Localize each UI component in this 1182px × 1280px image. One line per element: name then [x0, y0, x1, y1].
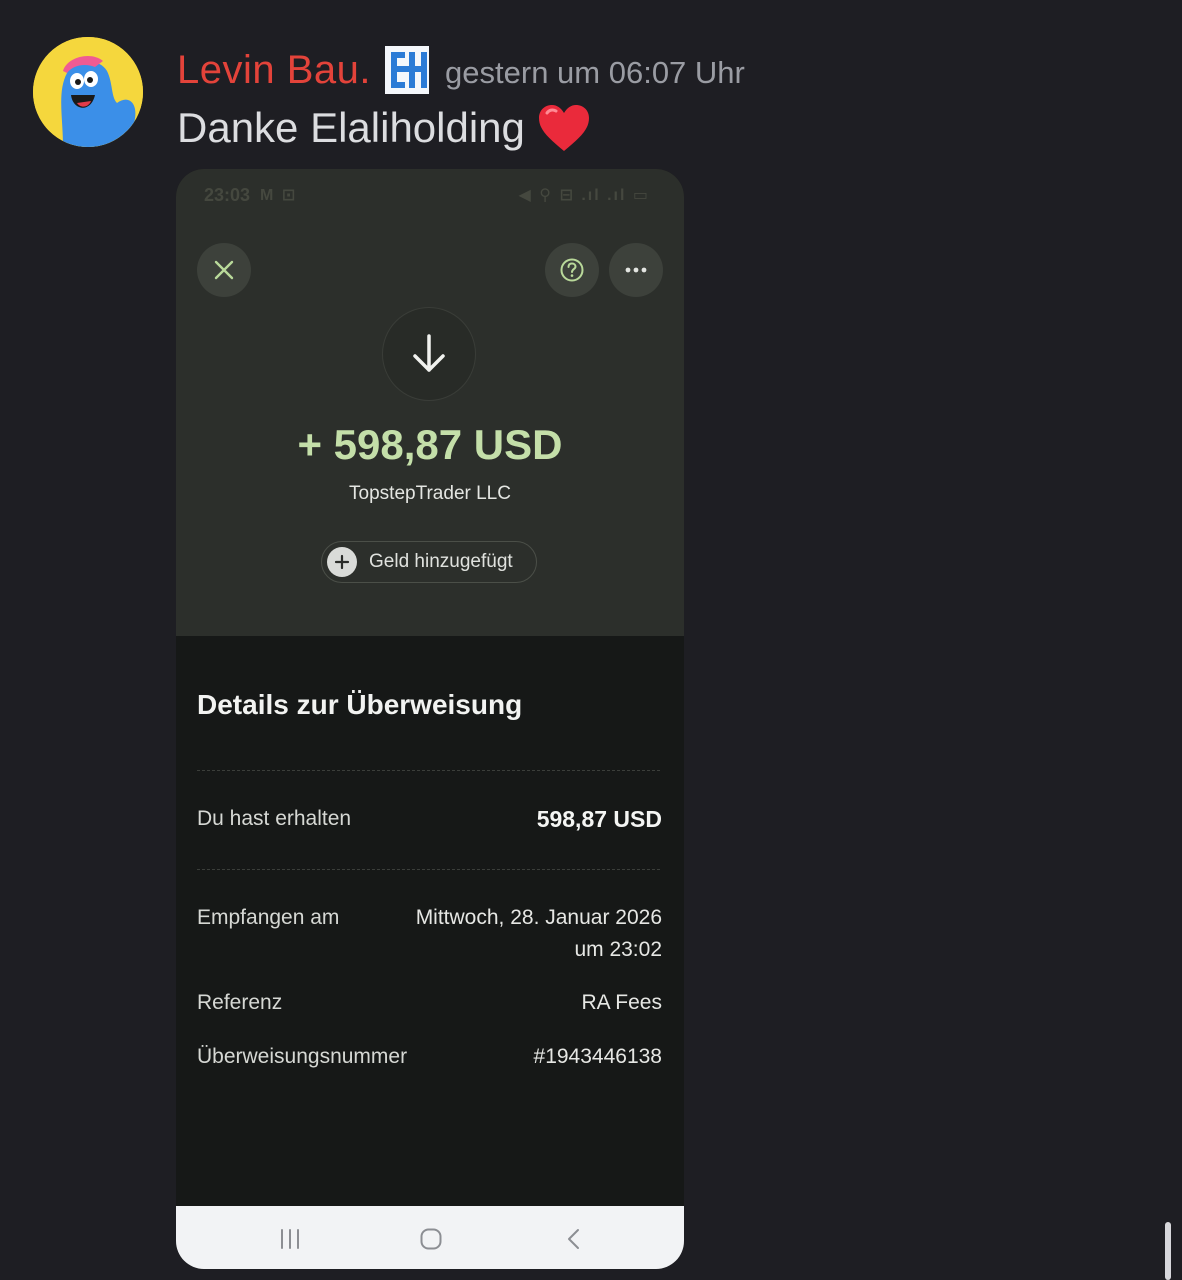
back-button[interactable] [559, 1224, 589, 1254]
blue-monster-avatar-icon [33, 37, 143, 147]
username[interactable]: Levin Bau. [177, 48, 371, 93]
recent-apps-button[interactable] [275, 1224, 305, 1254]
status-bar-right-icons: ◀ ⚲ ⊟ .ıl .ıl ▭ [518, 187, 650, 204]
home-icon [420, 1228, 442, 1250]
status-bar-time: 23:03 [204, 185, 251, 205]
red-heart-icon [538, 105, 589, 151]
user-avatar[interactable] [33, 37, 143, 147]
divider [197, 869, 660, 870]
transfer-number-value: #1943446138 [533, 1045, 662, 1068]
received-time-line: um 23:02 [574, 938, 662, 961]
recent-apps-icon [281, 1229, 299, 1249]
message-text: Danke Elaliholding [177, 100, 591, 156]
chat-message-view: Levin Bau. gestern um 06:07 Uhr Danke El… [0, 0, 1182, 1280]
details-title: Details zur Überweisung [197, 689, 523, 720]
message-header: Levin Bau. gestern um 06:07 Uhr [177, 44, 745, 96]
payer-name: TopstepTrader LLC [349, 483, 511, 504]
more-options-button[interactable] [609, 243, 663, 297]
status-bar-left-icons: M ⊡ [260, 187, 298, 204]
more-icon [625, 267, 647, 273]
android-navigation-bar [176, 1206, 684, 1269]
arrow-down-icon [413, 334, 445, 372]
received-label: Du hast erhalten [197, 807, 352, 830]
back-icon [568, 1229, 579, 1249]
received-date-line: Mittwoch, 28. Januar 2026 [415, 906, 662, 929]
money-added-label: Geld hinzugefügt [369, 551, 513, 572]
transfer-summary-panel: 23:03 M ⊡ ◀ ⚲ ⊟ .ıl .ıl ▭ + 598,87 USD T… [176, 169, 684, 636]
reference-value: RA Fees [581, 991, 662, 1014]
home-button[interactable] [416, 1224, 446, 1254]
reference-label: Referenz [197, 991, 283, 1014]
close-icon [214, 260, 234, 280]
attached-screenshot[interactable]: 23:03 M ⊡ ◀ ⚲ ⊟ .ıl .ıl ▭ + 598,87 USD T… [176, 169, 684, 1269]
message-body: Danke Elaliholding [177, 104, 525, 151]
received-date-label: Empfangen am [197, 906, 340, 929]
incoming-transfer-badge [382, 307, 476, 401]
money-added-status-pill: Geld hinzugefügt [321, 541, 537, 583]
transfer-number-label: Überweisungsnummer [197, 1045, 408, 1068]
received-date-value: Mittwoch, 28. Januar 2026 um 23:02 [416, 902, 662, 966]
received-value: 598,87 USD [536, 806, 662, 832]
help-button[interactable] [545, 243, 599, 297]
divider [197, 770, 660, 771]
help-icon [560, 258, 584, 282]
close-button[interactable] [197, 243, 251, 297]
message-timestamp: gestern um 06:07 Uhr [445, 55, 745, 90]
transfer-amount: + 598,87 USD [297, 421, 563, 468]
scrollbar-thumb[interactable] [1165, 1222, 1171, 1280]
eh-logo-badge-icon[interactable] [385, 46, 430, 94]
plus-circle-icon [327, 547, 357, 577]
